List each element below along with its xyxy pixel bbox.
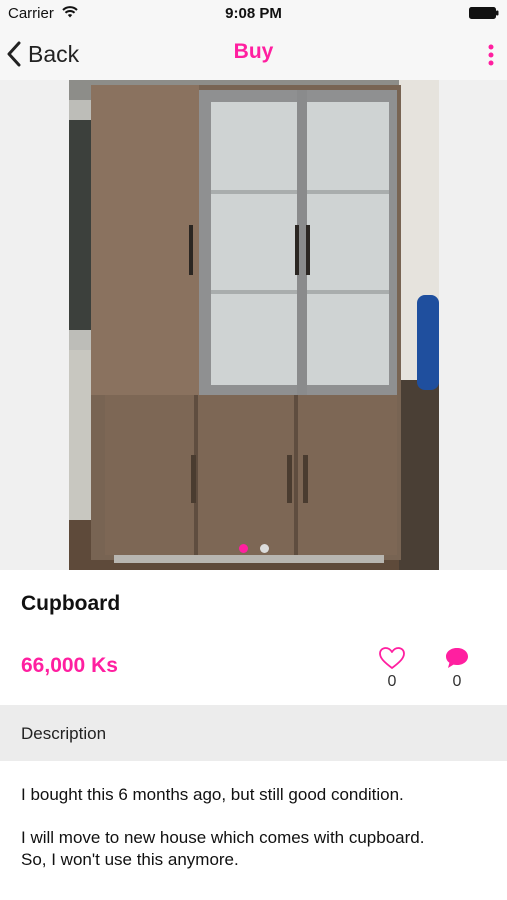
description-header-label: Description (21, 724, 107, 743)
description-paragraph: I will move to new house which comes wit… (21, 827, 491, 871)
product-title: Cupboard (21, 592, 121, 615)
clock-time: 9:08 PM (225, 5, 282, 22)
like-button[interactable]: 0 (372, 646, 412, 691)
navigation-bar: Back Buy (0, 28, 507, 81)
chat-bubble-icon (446, 648, 468, 668)
description-line: I will move to new house which comes wit… (21, 828, 425, 847)
more-options-icon[interactable] (485, 42, 497, 68)
page-indicator (0, 544, 507, 553)
like-count: 0 (387, 673, 397, 690)
product-price: 66,000 Ks (21, 654, 118, 677)
photo-gallery[interactable] (0, 80, 507, 570)
comment-button[interactable]: 0 (437, 646, 477, 691)
page-title: Buy (233, 40, 274, 63)
status-bar: Carrier 9:08 PM (0, 0, 507, 28)
description-paragraph: I bought this 6 months ago, but still go… (21, 785, 404, 804)
description-line: So, I won't use this anymore. (21, 850, 239, 869)
comment-count: 0 (452, 673, 462, 690)
battery-icon (469, 7, 499, 19)
description-body: I bought this 6 months ago, but still go… (21, 784, 491, 892)
heart-icon (379, 647, 405, 669)
page-dot-1[interactable] (238, 544, 248, 553)
description-header: Description (0, 705, 507, 761)
page-dot-2[interactable] (259, 544, 269, 553)
product-photo (69, 80, 439, 570)
